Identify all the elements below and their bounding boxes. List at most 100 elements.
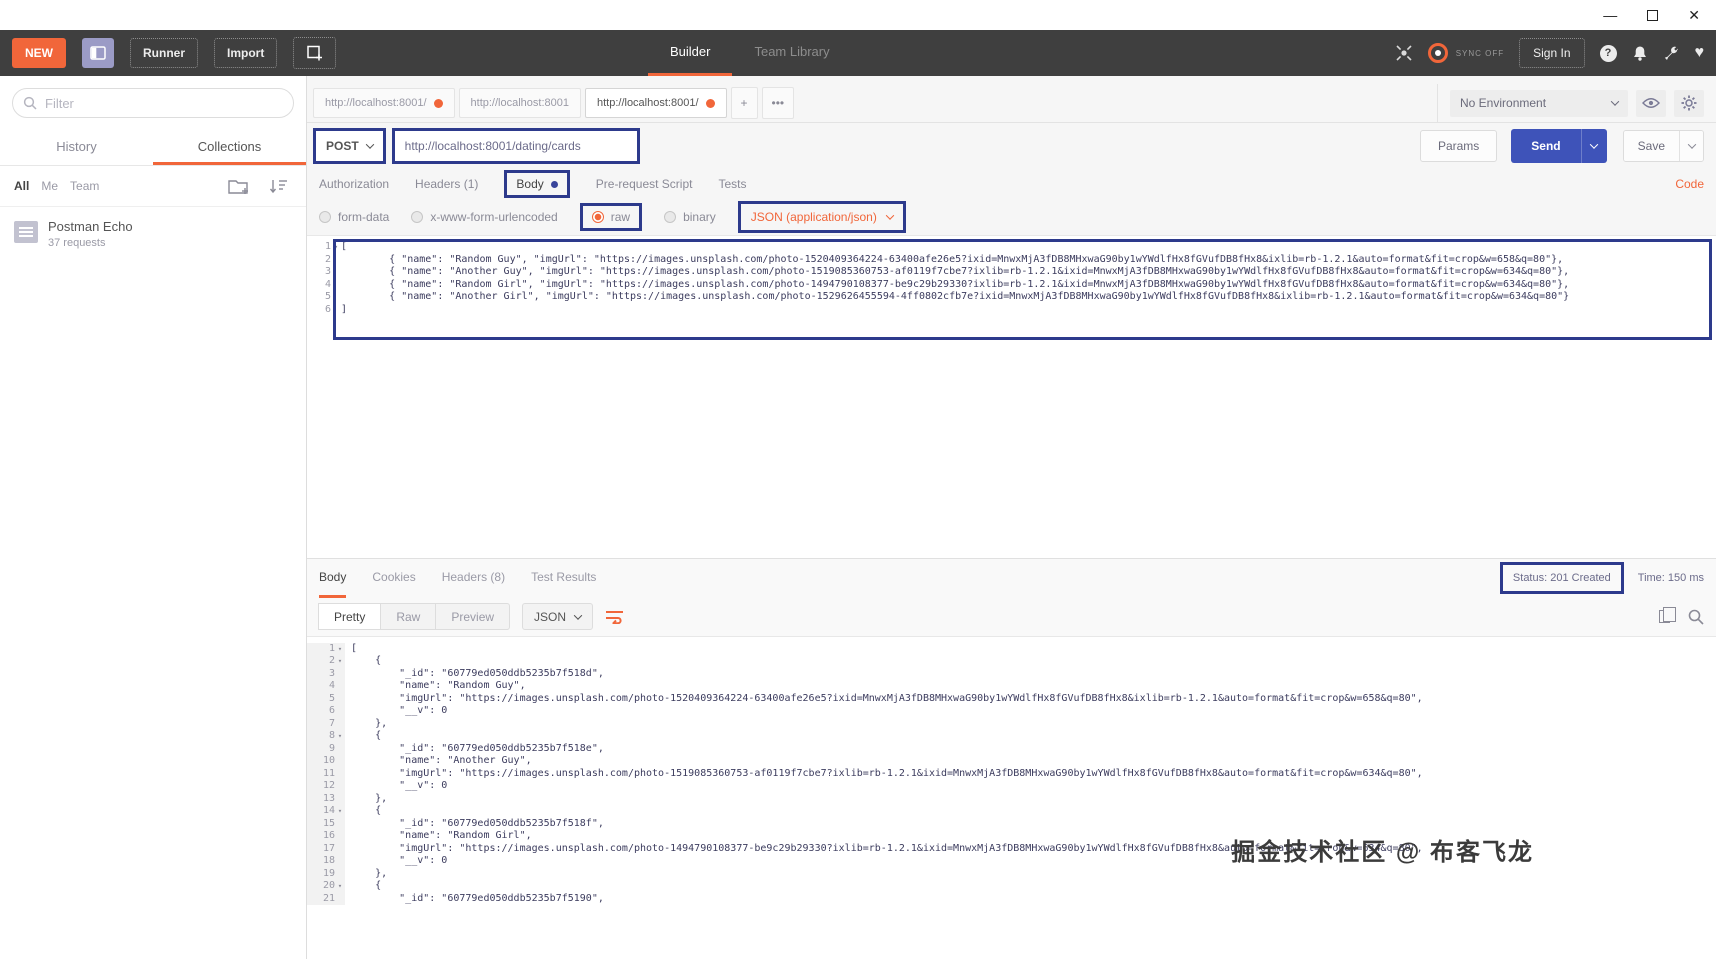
- copy-icon[interactable]: [1659, 607, 1676, 623]
- code-line: 9 ▾ "_id": "60779ed050ddb5235b7f518e",: [307, 742, 1716, 755]
- fold-caret-icon[interactable]: ▾: [335, 805, 345, 818]
- view-mode-button[interactable]: Raw: [380, 603, 437, 630]
- line-number: 19: [322, 867, 335, 879]
- request-section-tab-label: Body: [516, 177, 544, 191]
- code-line: 4 ▾ "name": "Random Guy",: [307, 680, 1716, 693]
- header-right: SYNC OFF Sign In ? ♥: [1395, 38, 1704, 68]
- response-tab[interactable]: Test Results: [531, 559, 596, 598]
- new-folder-icon[interactable]: [228, 177, 252, 195]
- body-mode-option[interactable]: binary: [664, 210, 716, 224]
- tab-team-library[interactable]: Team Library: [732, 30, 851, 76]
- sidebar-toggle-button[interactable]: [82, 38, 114, 68]
- request-tab[interactable]: http://localhost:8001: [458, 88, 581, 118]
- send-options-button[interactable]: [1580, 129, 1607, 163]
- request-section-tab[interactable]: Authorization: [319, 177, 389, 191]
- collection-request-count: 37 requests: [48, 237, 106, 249]
- new-button[interactable]: NEW: [12, 38, 66, 68]
- request-tab[interactable]: http://localhost:8001/: [313, 88, 455, 118]
- environment-preview-button[interactable]: [1636, 89, 1666, 117]
- add-tab-button[interactable]: +: [730, 87, 758, 119]
- response-format-select[interactable]: JSON: [522, 603, 594, 630]
- request-section-tab[interactable]: Tests: [718, 177, 746, 191]
- sign-in-button[interactable]: Sign In: [1519, 38, 1585, 68]
- sync-status[interactable]: SYNC OFF: [1427, 43, 1504, 63]
- fold-caret-icon[interactable]: ▾: [335, 655, 345, 668]
- fold-caret-icon[interactable]: ▾: [331, 241, 341, 254]
- body-mode-list: form-data x-www-form-urlencoded raw bina…: [319, 203, 716, 231]
- request-section-tab[interactable]: Headers (1): [415, 177, 478, 191]
- sort-icon[interactable]: [270, 178, 292, 194]
- fold-caret-icon[interactable]: ▾: [335, 730, 345, 743]
- view-mode-button[interactable]: Preview: [435, 603, 511, 630]
- code-line: 8 ▾ {: [307, 730, 1716, 743]
- wrap-text-icon[interactable]: [605, 609, 624, 624]
- app-header: NEW Runner Import Builder Team Library S…: [0, 30, 1716, 76]
- code-line: 21 ▾ "_id": "60779ed050ddb5235b7f5190",: [307, 892, 1716, 905]
- body-mode-option[interactable]: x-www-form-urlencoded: [411, 210, 558, 224]
- view-mode-button[interactable]: Pretty: [318, 603, 382, 630]
- settings-wrench-icon[interactable]: [1663, 45, 1680, 62]
- line-number: 20: [322, 880, 335, 891]
- heart-icon[interactable]: ♥: [1695, 45, 1705, 61]
- search-response-icon[interactable]: [1688, 609, 1704, 625]
- body-mode-option[interactable]: raw: [579, 203, 643, 231]
- more-tabs-button[interactable]: •••: [761, 87, 795, 119]
- collection-icon: [14, 221, 38, 243]
- line-number: 8: [328, 730, 335, 741]
- line-number: 6: [328, 705, 335, 716]
- import-button[interactable]: Import: [214, 38, 278, 68]
- scope-team[interactable]: Team: [70, 179, 99, 193]
- code-link[interactable]: Code: [1675, 177, 1704, 191]
- response-tab[interactable]: Cookies: [372, 559, 415, 598]
- line-number: 1: [328, 642, 335, 654]
- body-mode-label: binary: [683, 210, 716, 224]
- chevron-down-icon: [885, 211, 895, 220]
- chevron-down-icon: [1610, 97, 1620, 106]
- params-button[interactable]: Params: [1419, 130, 1498, 162]
- close-icon[interactable]: ✕: [1688, 8, 1700, 22]
- search-icon: [23, 96, 37, 110]
- response-tab[interactable]: Body: [319, 559, 347, 598]
- environment-select[interactable]: No Environment: [1450, 89, 1628, 117]
- line-gutter: 15 ▾: [307, 817, 345, 830]
- fold-caret-icon[interactable]: ▾: [335, 643, 345, 656]
- tab-collections[interactable]: Collections: [153, 130, 306, 165]
- body-mode-label: raw: [610, 210, 631, 224]
- filter-input[interactable]: [45, 95, 283, 111]
- request-tab[interactable]: http://localhost:8001/: [584, 88, 727, 118]
- tab-history[interactable]: History: [0, 130, 153, 165]
- new-window-button[interactable]: [293, 37, 337, 69]
- notifications-bell-icon[interactable]: [1632, 45, 1648, 62]
- response-tab[interactable]: Headers (8): [442, 559, 505, 598]
- line-gutter: 17 ▾: [307, 842, 345, 855]
- maximize-icon[interactable]: [1647, 9, 1659, 21]
- radio-icon: [664, 211, 677, 223]
- chevron-down-icon: [1589, 140, 1599, 149]
- scope-all[interactable]: All: [14, 179, 29, 193]
- content-type-select[interactable]: JSON (application/json): [737, 201, 906, 233]
- line-number: 13: [322, 792, 335, 804]
- runner-button[interactable]: Runner: [130, 38, 198, 68]
- code-line: 3 ▾ { "name": "Another Guy", "imgUrl": "…: [307, 266, 1716, 279]
- body-mode-option[interactable]: form-data: [319, 210, 389, 224]
- tab-builder[interactable]: Builder: [648, 30, 733, 76]
- save-button[interactable]: Save: [1623, 131, 1679, 161]
- environment-settings-button[interactable]: [1674, 89, 1704, 117]
- send-button[interactable]: Send: [1511, 129, 1581, 163]
- request-body-editor[interactable]: 1 ▾ [ 2 ▾ { "name": "Random Guy", "imgUr…: [307, 235, 1716, 558]
- save-options-button[interactable]: [1679, 131, 1703, 161]
- scope-me[interactable]: Me: [41, 179, 58, 193]
- request-section-tab[interactable]: Pre-request Script: [596, 177, 693, 191]
- url-input[interactable]: [394, 139, 637, 153]
- line-text: "__v": 0: [351, 780, 448, 791]
- request-section-tab[interactable]: Body: [504, 170, 570, 198]
- help-icon[interactable]: ?: [1599, 44, 1617, 62]
- response-body-viewer[interactable]: 1 ▾ [ 2 ▾ {3 "_id": "60779ed050ddb5235b…: [307, 635, 1716, 959]
- code-line: 14 ▾ {: [307, 805, 1716, 818]
- collection-item-postman-echo[interactable]: Postman Echo 37 requests: [0, 206, 306, 261]
- interceptor-icon[interactable]: [1395, 44, 1413, 62]
- minimize-icon[interactable]: —: [1603, 8, 1617, 22]
- fold-caret-icon[interactable]: ▾: [335, 880, 345, 893]
- method-select[interactable]: POST: [313, 128, 386, 164]
- code-line: 2 ▾ {: [307, 655, 1716, 668]
